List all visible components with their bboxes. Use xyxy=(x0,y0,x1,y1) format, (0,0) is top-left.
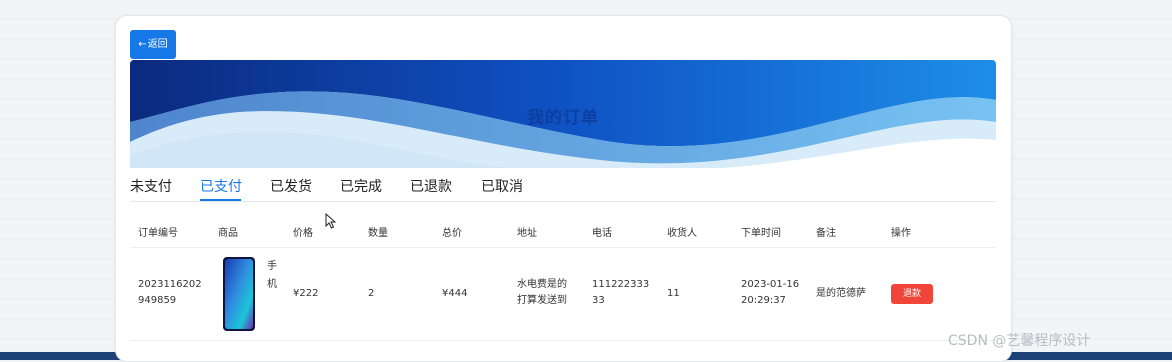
table-header-divider xyxy=(130,247,996,248)
tab-completed[interactable]: 已完成 xyxy=(340,176,382,196)
address-cell: 水电费是的 打算发送到 xyxy=(517,279,567,306)
order-no-cell: 2023116202 949859 xyxy=(138,279,202,306)
header-order-no: 订单编号 xyxy=(138,228,178,239)
header-total: 总价 xyxy=(442,228,462,239)
remark-cell: 是的范德萨 xyxy=(816,288,866,299)
back-button[interactable]: ←返回 xyxy=(130,30,176,59)
table-row-divider xyxy=(130,340,996,341)
refund-button[interactable]: 退款 xyxy=(891,284,933,304)
header-action: 操作 xyxy=(891,228,911,239)
tabs-divider xyxy=(130,201,996,202)
back-button-label: 返回 xyxy=(147,39,168,50)
orders-banner: 我的订单 xyxy=(130,60,996,168)
quantity-cell: 2 xyxy=(368,288,375,299)
watermark: CSDN @艺馨程序设计 xyxy=(948,333,1091,349)
arrow-left-icon: ← xyxy=(138,39,147,50)
header-remark: 备注 xyxy=(816,228,836,239)
receiver-cell: 11 xyxy=(667,288,680,299)
header-receiver: 收货人 xyxy=(667,228,697,239)
tab-unpaid[interactable]: 未支付 xyxy=(130,176,172,196)
product-name-cell: 手 机 xyxy=(267,261,277,290)
tab-paid[interactable]: 已支付 xyxy=(200,176,242,196)
mouse-cursor-icon xyxy=(325,213,337,229)
header-address: 地址 xyxy=(517,228,537,239)
product-image xyxy=(222,256,256,332)
price-cell: ¥222 xyxy=(293,288,319,299)
tab-cancelled[interactable]: 已取消 xyxy=(481,176,523,196)
header-phone: 电话 xyxy=(592,228,612,239)
page-title: 我的订单 xyxy=(527,108,599,128)
header-product: 商品 xyxy=(218,228,238,239)
order-time-cell: 2023-01-16 20:29:37 xyxy=(741,279,800,306)
total-cell: ¥444 xyxy=(442,288,468,299)
order-status-tabs: 未支付 已支付 已发货 已完成 已退款 已取消 xyxy=(130,176,996,202)
header-quantity: 数量 xyxy=(368,228,388,239)
tab-refunded[interactable]: 已退款 xyxy=(410,176,452,196)
tab-shipped[interactable]: 已发货 xyxy=(270,176,312,196)
header-order-time: 下单时间 xyxy=(741,228,781,239)
phone-cell: 111222333 33 xyxy=(592,279,650,306)
header-price: 价格 xyxy=(293,228,313,239)
